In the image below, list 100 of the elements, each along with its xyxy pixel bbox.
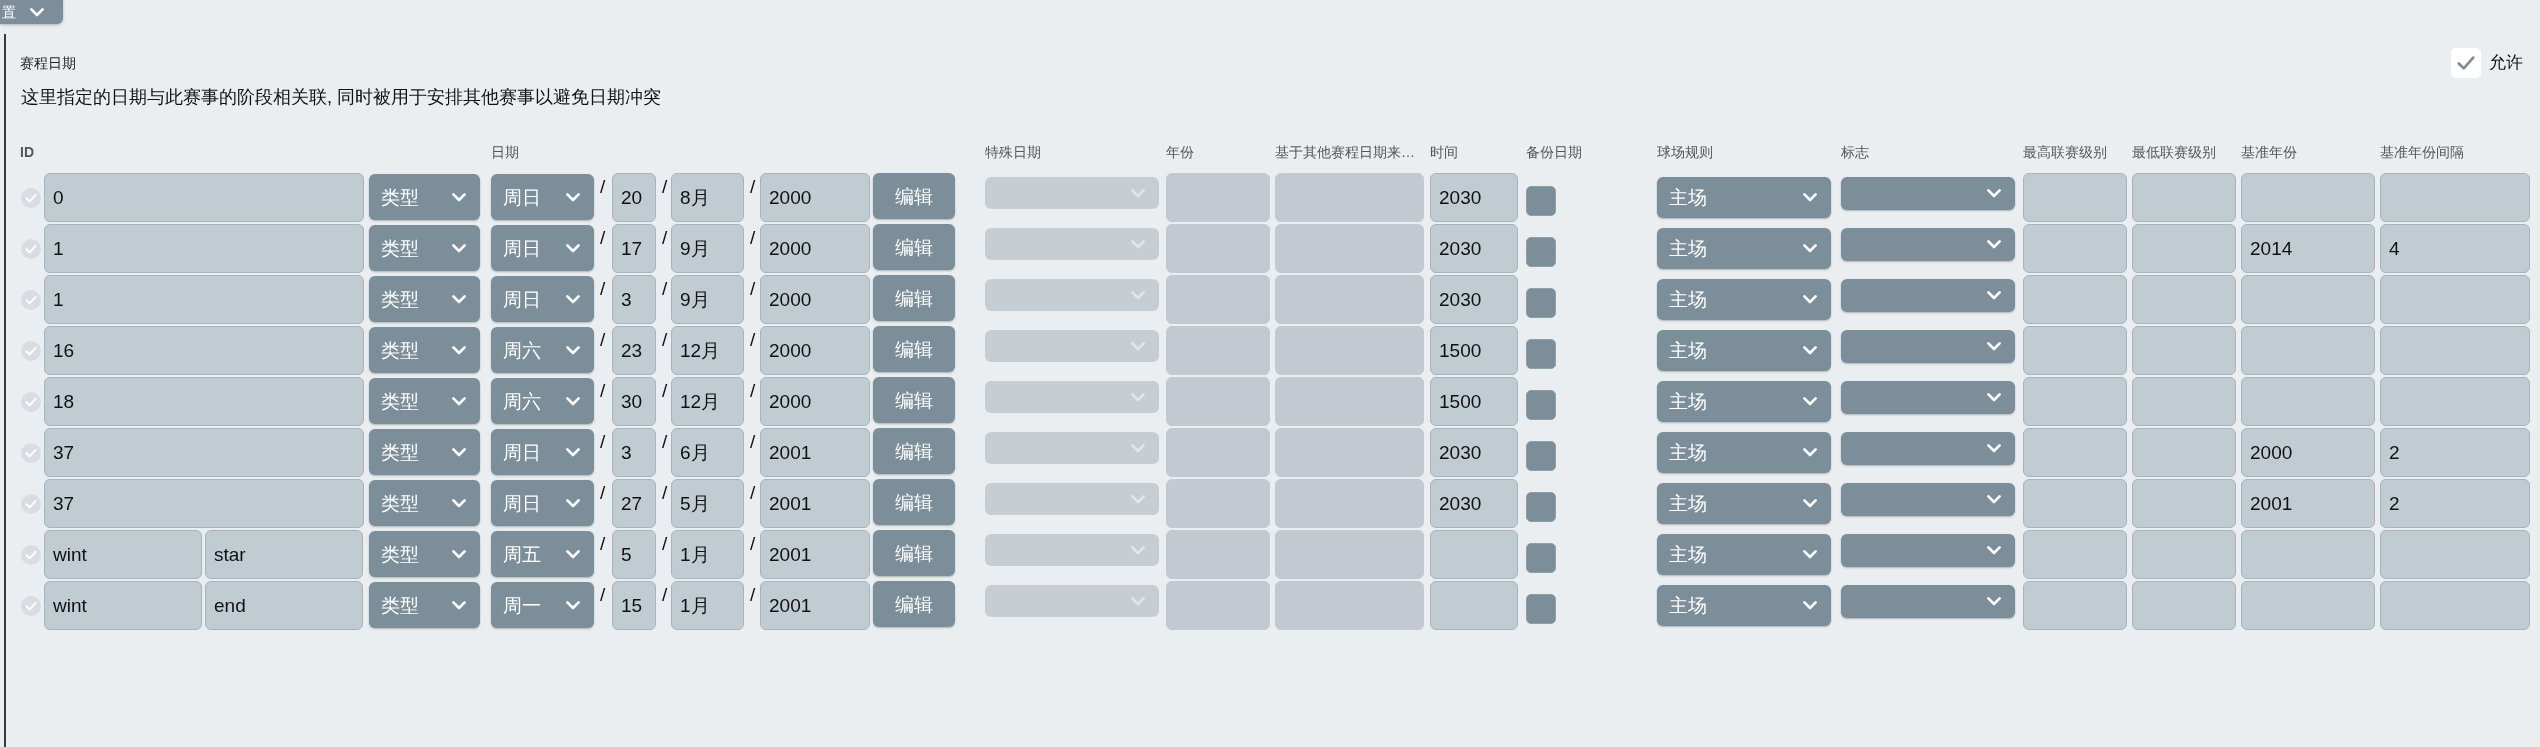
backup-checkbox[interactable] xyxy=(1526,390,1556,420)
base-year-field[interactable] xyxy=(2241,326,2375,375)
month-field[interactable]: 12月 xyxy=(671,377,744,426)
based-on-field[interactable] xyxy=(1275,326,1424,375)
max-league-level-field[interactable] xyxy=(2023,275,2127,324)
date-year-field[interactable]: 2000 xyxy=(760,224,870,273)
base-year-interval-field[interactable] xyxy=(2380,581,2530,630)
day-field[interactable]: 3 xyxy=(612,275,656,324)
max-league-level-field[interactable] xyxy=(2023,377,2127,426)
time-field[interactable]: 2030 xyxy=(1430,428,1518,477)
based-on-field[interactable] xyxy=(1275,173,1424,222)
base-year-interval-field[interactable]: 2 xyxy=(2380,479,2530,528)
flag-dropdown[interactable] xyxy=(1841,534,2015,567)
base-year-field[interactable] xyxy=(2241,275,2375,324)
max-league-level-field[interactable] xyxy=(2023,581,2127,630)
id-field[interactable]: wint xyxy=(44,530,202,579)
backup-checkbox[interactable] xyxy=(1526,186,1556,216)
min-league-level-field[interactable] xyxy=(2132,581,2236,630)
year-field[interactable] xyxy=(1166,530,1270,579)
min-league-level-field[interactable] xyxy=(2132,479,2236,528)
month-field[interactable]: 5月 xyxy=(671,479,744,528)
day-field[interactable]: 15 xyxy=(612,581,656,630)
min-league-level-field[interactable] xyxy=(2132,428,2236,477)
day-field[interactable]: 5 xyxy=(612,530,656,579)
based-on-field[interactable] xyxy=(1275,479,1424,528)
time-field[interactable] xyxy=(1430,530,1518,579)
month-field[interactable]: 12月 xyxy=(671,326,744,375)
based-on-field[interactable] xyxy=(1275,377,1424,426)
base-year-interval-field[interactable] xyxy=(2380,326,2530,375)
date-year-field[interactable]: 2000 xyxy=(760,173,870,222)
flag-dropdown[interactable] xyxy=(1841,279,2015,312)
date-year-field[interactable]: 2000 xyxy=(760,275,870,324)
time-field[interactable]: 1500 xyxy=(1430,326,1518,375)
flag-dropdown[interactable] xyxy=(1841,228,2015,261)
day-field[interactable]: 20 xyxy=(612,173,656,222)
id-field[interactable]: 16 xyxy=(44,326,364,375)
max-league-level-field[interactable] xyxy=(2023,479,2127,528)
based-on-field[interactable] xyxy=(1275,428,1424,477)
day-field[interactable]: 30 xyxy=(612,377,656,426)
day-field[interactable]: 17 xyxy=(612,224,656,273)
based-on-field[interactable] xyxy=(1275,224,1424,273)
id-field[interactable]: star xyxy=(205,530,363,579)
base-year-interval-field[interactable] xyxy=(2380,173,2530,222)
max-league-level-field[interactable] xyxy=(2023,173,2127,222)
date-year-field[interactable]: 2001 xyxy=(760,530,870,579)
max-league-level-field[interactable] xyxy=(2023,530,2127,579)
base-year-interval-field[interactable] xyxy=(2380,530,2530,579)
month-field[interactable]: 9月 xyxy=(671,275,744,324)
flag-dropdown[interactable] xyxy=(1841,432,2015,465)
allow-checkbox[interactable] xyxy=(2451,48,2481,78)
backup-checkbox[interactable] xyxy=(1526,594,1556,624)
day-field[interactable]: 27 xyxy=(612,479,656,528)
month-field[interactable]: 1月 xyxy=(671,530,744,579)
flag-dropdown[interactable] xyxy=(1841,483,2015,516)
min-league-level-field[interactable] xyxy=(2132,530,2236,579)
month-field[interactable]: 1月 xyxy=(671,581,744,630)
backup-checkbox[interactable] xyxy=(1526,492,1556,522)
date-year-field[interactable]: 2001 xyxy=(760,581,870,630)
base-year-field[interactable]: 2000 xyxy=(2241,428,2375,477)
base-year-field[interactable] xyxy=(2241,377,2375,426)
id-field[interactable]: 18 xyxy=(44,377,364,426)
month-field[interactable]: 8月 xyxy=(671,173,744,222)
base-year-interval-field[interactable] xyxy=(2380,275,2530,324)
base-year-field[interactable] xyxy=(2241,530,2375,579)
flag-dropdown[interactable] xyxy=(1841,177,2015,210)
id-field[interactable]: end xyxy=(205,581,363,630)
year-field[interactable] xyxy=(1166,428,1270,477)
backup-checkbox[interactable] xyxy=(1526,441,1556,471)
year-field[interactable] xyxy=(1166,173,1270,222)
year-field[interactable] xyxy=(1166,581,1270,630)
based-on-field[interactable] xyxy=(1275,275,1424,324)
day-field[interactable]: 23 xyxy=(612,326,656,375)
base-year-interval-field[interactable]: 2 xyxy=(2380,428,2530,477)
year-field[interactable] xyxy=(1166,224,1270,273)
year-field[interactable] xyxy=(1166,275,1270,324)
date-year-field[interactable]: 2001 xyxy=(760,479,870,528)
base-year-interval-field[interactable]: 4 xyxy=(2380,224,2530,273)
flag-dropdown[interactable] xyxy=(1841,330,2015,363)
year-field[interactable] xyxy=(1166,377,1270,426)
day-field[interactable]: 3 xyxy=(612,428,656,477)
min-league-level-field[interactable] xyxy=(2132,377,2236,426)
base-year-field[interactable] xyxy=(2241,173,2375,222)
date-year-field[interactable]: 2000 xyxy=(760,326,870,375)
backup-checkbox[interactable] xyxy=(1526,237,1556,267)
time-field[interactable]: 1500 xyxy=(1430,377,1518,426)
year-field[interactable] xyxy=(1166,479,1270,528)
time-field[interactable]: 2030 xyxy=(1430,479,1518,528)
date-year-field[interactable]: 2001 xyxy=(760,428,870,477)
month-field[interactable]: 9月 xyxy=(671,224,744,273)
backup-checkbox[interactable] xyxy=(1526,339,1556,369)
min-league-level-field[interactable] xyxy=(2132,224,2236,273)
based-on-field[interactable] xyxy=(1275,530,1424,579)
time-field[interactable]: 2030 xyxy=(1430,173,1518,222)
time-field[interactable]: 2030 xyxy=(1430,224,1518,273)
base-year-interval-field[interactable] xyxy=(2380,377,2530,426)
flag-dropdown[interactable] xyxy=(1841,585,2015,618)
id-field[interactable]: 37 xyxy=(44,428,364,477)
min-league-level-field[interactable] xyxy=(2132,173,2236,222)
id-field[interactable]: 1 xyxy=(44,224,364,273)
time-field[interactable] xyxy=(1430,581,1518,630)
